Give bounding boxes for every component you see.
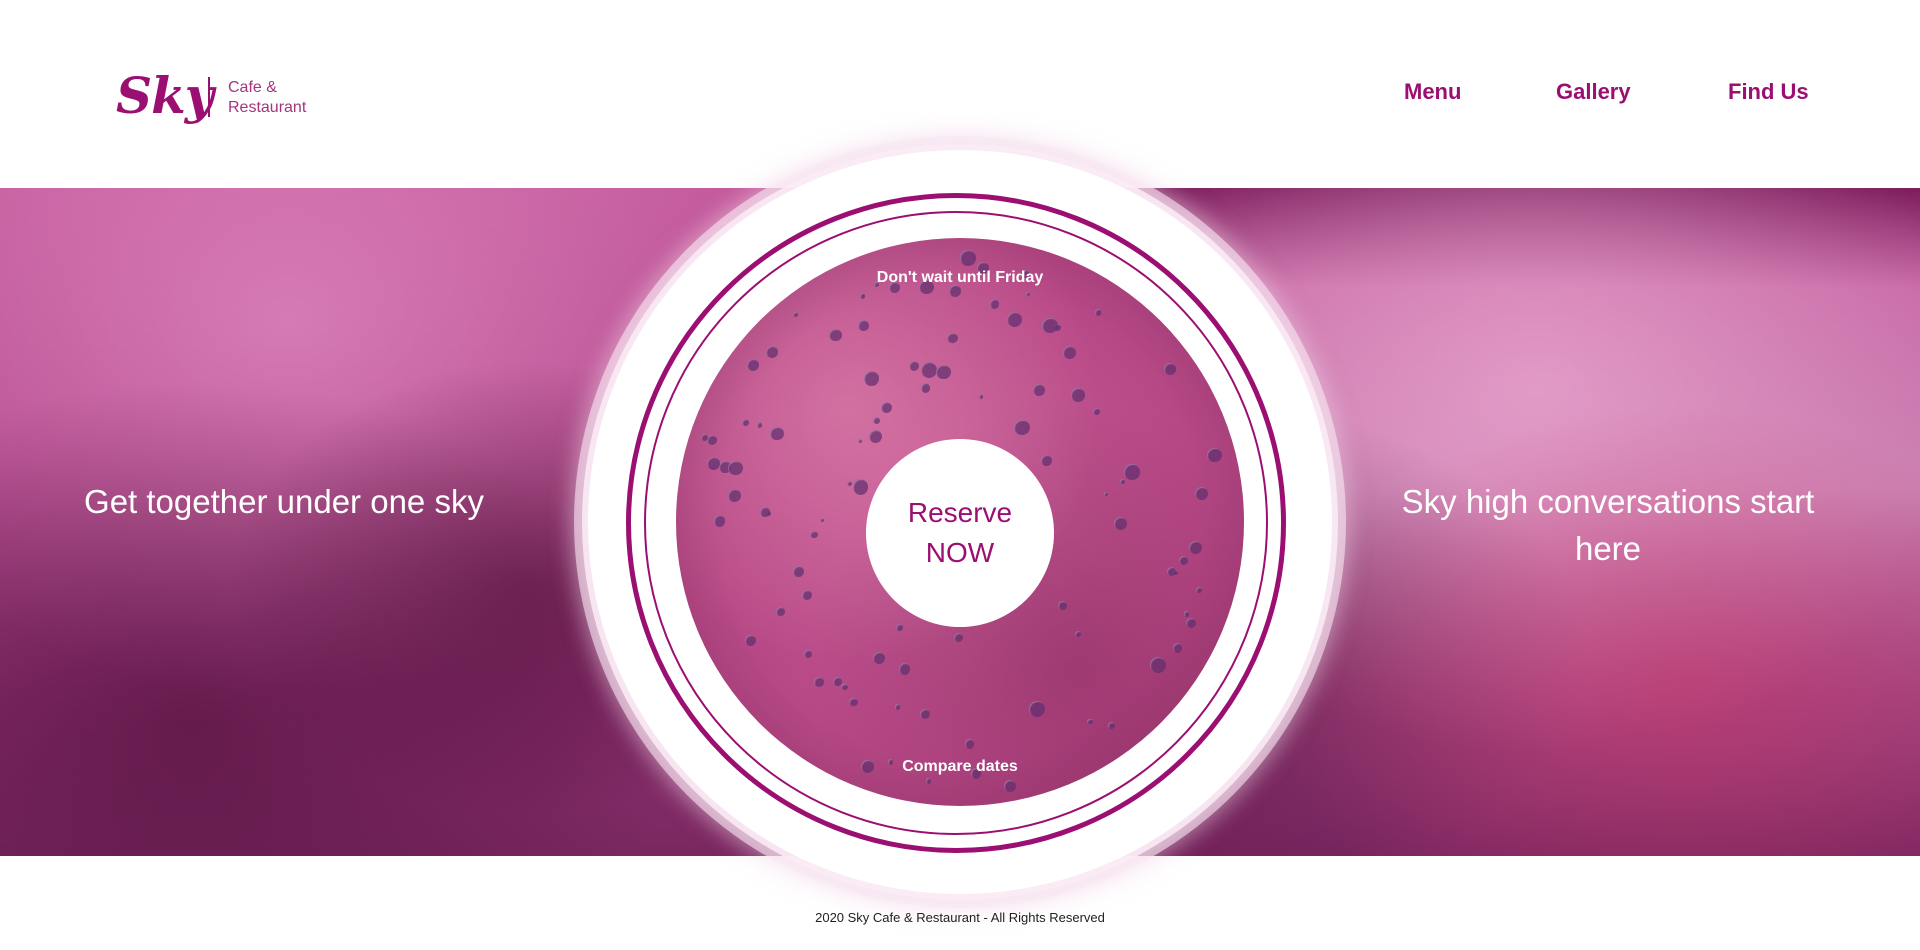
foam-bubble: [896, 624, 903, 631]
foam-bubble: [872, 416, 880, 424]
foam-bubble: [1188, 540, 1203, 555]
foam-bubble: [1003, 779, 1017, 793]
logo-divider: [208, 77, 210, 117]
foam-bubble: [829, 328, 842, 341]
foam-bubble: [1006, 311, 1022, 328]
foam-bubble: [1107, 721, 1116, 730]
nav-link-find-us[interactable]: Find Us: [1728, 79, 1809, 105]
foam-bubble: [747, 359, 760, 372]
foam-bubble: [741, 419, 749, 427]
foam-bubble: [1124, 464, 1140, 480]
foam-bubble: [1074, 631, 1081, 638]
brand-tagline: Cafe & Restaurant: [228, 78, 306, 118]
foam-bubble: [1194, 487, 1208, 501]
foam-bubble: [857, 438, 862, 444]
foam-bubble: [813, 676, 824, 687]
foam-bubble: [1062, 345, 1077, 360]
compare-dates-link[interactable]: Compare dates: [860, 758, 1060, 776]
foam-bubble: [947, 332, 959, 344]
foam-bubble: [894, 704, 901, 710]
footer-copyright: 2020 Sky Cafe & Restaurant - All Rights …: [815, 910, 1105, 925]
foam-bubble: [765, 345, 778, 358]
hero-left-caption: Get together under one sky: [84, 483, 484, 520]
nav-link-menu[interactable]: Menu: [1404, 79, 1461, 105]
foam-bubble: [954, 632, 964, 642]
foam-bubble: [1042, 317, 1059, 334]
foam-bubble: [776, 607, 785, 616]
foam-bubble: [713, 515, 726, 528]
reserve-now-button[interactable]: Reserve NOW: [866, 439, 1054, 627]
foam-bubble: [1172, 643, 1182, 653]
foam-bubble: [872, 652, 885, 665]
foam-bubble: [1183, 611, 1190, 617]
foam-bubble: [921, 362, 938, 378]
foam-bubble: [1071, 388, 1085, 402]
foam-bubble: [707, 435, 718, 445]
foam-bubble: [745, 635, 757, 647]
foam-bubble: [864, 371, 879, 387]
hero-right-caption: Sky high conversations start here: [1401, 483, 1815, 567]
foam-bubble: [936, 364, 951, 380]
foam-bubble: [925, 778, 932, 784]
foam-bubble: [760, 507, 770, 518]
foam-bubble: [978, 394, 984, 399]
foam-bubble: [1032, 383, 1046, 397]
foam-bubble: [1185, 618, 1196, 629]
now-label: NOW: [925, 537, 995, 568]
foam-bubble: [793, 311, 799, 317]
foam-bubble: [1094, 309, 1102, 317]
foam-bubble: [801, 589, 812, 600]
nav-link-gallery[interactable]: Gallery: [1556, 79, 1631, 105]
foam-bubble: [1092, 408, 1100, 415]
foam-bubble: [858, 319, 869, 331]
foam-bubble: [1103, 492, 1108, 497]
tagline-line-1: Cafe &: [228, 79, 277, 96]
foam-bubble: [1163, 362, 1176, 375]
foam-bubble: [1207, 447, 1222, 463]
foam-bubble: [1087, 718, 1093, 725]
foam-bubble: [848, 697, 858, 707]
foam-bubble: [869, 430, 883, 444]
foam-bubble: [1195, 586, 1202, 593]
foam-bubble: [1120, 479, 1125, 484]
foam-bubble: [880, 401, 893, 414]
foam-bubble: [803, 649, 812, 659]
foam-bubble: [898, 663, 910, 675]
foam-bubble: [1179, 556, 1189, 566]
foam-bubble: [1028, 701, 1045, 718]
foam-bubble: [756, 422, 763, 428]
foam-bubble: [770, 426, 785, 441]
foam-bubble: [920, 709, 931, 720]
foam-bubble: [859, 293, 866, 299]
foam-bubble: [964, 739, 975, 749]
foam-bubble: [819, 517, 825, 523]
foam-bubble: [1041, 454, 1052, 466]
foam-bubble: [1149, 656, 1166, 673]
reserve-label: Reserve: [907, 497, 1013, 528]
foam-bubble: [1058, 600, 1068, 610]
foam-bubble: [920, 383, 931, 393]
foam-bubble: [840, 683, 848, 691]
foam-bubble: [1025, 292, 1030, 297]
sky-logo[interactable]: Sky: [116, 66, 214, 125]
foam-bubble: [1014, 419, 1030, 436]
foam-bubble: [909, 360, 920, 371]
foam-bubble: [989, 298, 1000, 309]
foam-bubble: [852, 479, 869, 495]
foam-bubble: [809, 530, 818, 539]
foam-bubble: [960, 250, 976, 266]
foam-bubble: [846, 481, 852, 487]
foam-bubble: [728, 460, 743, 476]
foam-bubble: [728, 489, 741, 502]
dont-wait-text: Don't wait until Friday: [876, 269, 1044, 286]
tagline-line-2: Restaurant: [228, 99, 307, 116]
foam-bubble: [1113, 516, 1127, 530]
foam-bubble: [792, 565, 804, 577]
